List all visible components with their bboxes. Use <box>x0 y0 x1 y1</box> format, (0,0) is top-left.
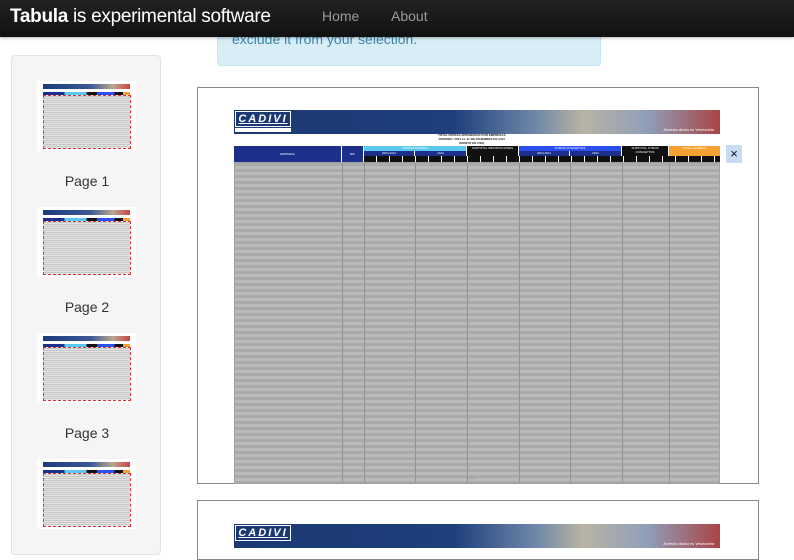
thumb-selection-box <box>43 95 131 149</box>
header-empresa: EMPRESA <box>234 146 341 162</box>
table-header: EMPRESA RIF IMPORTACIONES 2004-2011 2012… <box>234 146 720 162</box>
brand-name: Tabula <box>10 6 69 27</box>
nav-about-link[interactable]: About <box>391 8 428 24</box>
page-thumbnails-sidebar: Page 1 Page 2 Page 3 <box>11 55 161 555</box>
header-total-general: TOTAL GENERAL <box>669 146 720 156</box>
cadivi-banner: CADIVI Nuestra divisa es Venezuela <box>234 524 720 548</box>
page-footer-number: 1/142 <box>468 476 476 480</box>
header-rif: RIF <box>342 146 363 162</box>
report-title-line: (MONTO EN USD) <box>459 141 485 145</box>
page-thumbnail-1[interactable] <box>37 81 136 151</box>
page-thumbnail-4[interactable] <box>37 459 136 529</box>
thumb-selection-box <box>43 347 131 401</box>
thumb-banner <box>43 84 130 89</box>
thumb-banner <box>43 336 130 341</box>
thumb-banner <box>43 462 130 467</box>
page-label-1[interactable]: Page 1 <box>12 173 162 189</box>
nav-home-link[interactable]: Home <box>322 8 359 24</box>
header-subtotal-otros: SUBTOTAL OTROS CONCEPTOS <box>622 146 668 156</box>
pdf-page-2[interactable]: CADIVI Nuestra divisa es Venezuela <box>197 500 759 560</box>
table-selection-area[interactable] <box>234 162 720 484</box>
header-subtotal-importaciones: SUBTOTAL IMPORTACIONES <box>467 146 518 156</box>
brand[interactable]: Tabula is experimental software <box>10 6 271 28</box>
banner-slogan: Nuestra divisa es Venezuela <box>663 127 714 132</box>
close-selection-icon[interactable]: × <box>726 145 742 163</box>
report-title: TOTAL DIVISAS APROBADAS POR EMPRESAS PER… <box>438 133 506 145</box>
banner-slogan: Nuestra divisa es Venezuela <box>663 541 714 546</box>
page-label-2[interactable]: Page 2 <box>12 299 162 315</box>
brand-tagline: is experimental software <box>68 6 271 27</box>
cadivi-banner: CADIVI Nuestra divisa es Venezuela <box>234 110 720 134</box>
cadivi-logo: CADIVI <box>235 111 291 127</box>
thumb-selection-box <box>43 473 131 527</box>
cadivi-logo-subtitle <box>235 128 291 132</box>
page-thumbnail-2[interactable] <box>37 207 136 277</box>
thumb-selection-box <box>43 221 131 275</box>
thumb-banner <box>43 210 130 215</box>
page-thumbnail-3[interactable] <box>37 333 136 403</box>
page-label-3[interactable]: Page 3 <box>12 425 162 441</box>
pdf-page-1[interactable]: CADIVI Nuestra divisa es Venezuela TOTAL… <box>197 87 759 484</box>
top-navbar: Tabula is experimental software Home Abo… <box>0 0 794 37</box>
